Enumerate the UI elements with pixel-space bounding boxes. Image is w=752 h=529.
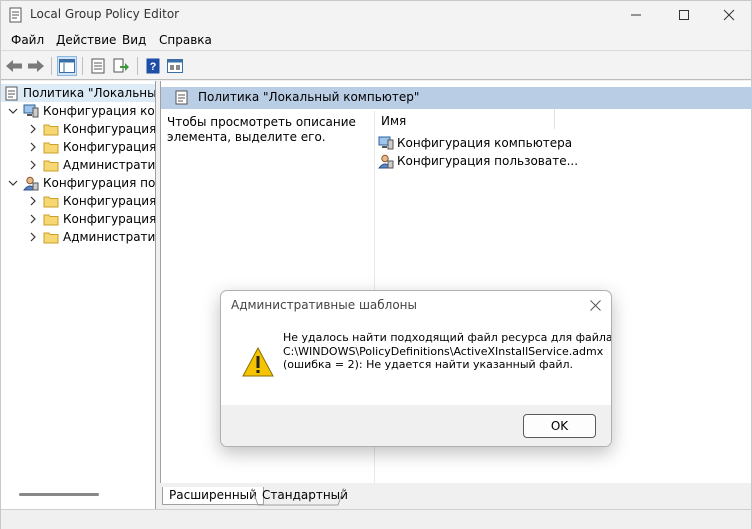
close-icon bbox=[589, 299, 601, 311]
close-button[interactable] bbox=[706, 1, 752, 29]
forward-button[interactable] bbox=[26, 56, 46, 76]
help-button[interactable]: ? bbox=[143, 56, 163, 76]
toolbar: ? bbox=[1, 52, 751, 80]
help-icon: ? bbox=[146, 58, 160, 74]
tree-item-computer-admin-templates[interactable]: Административные шаблоны bbox=[27, 156, 155, 174]
document-icon bbox=[91, 58, 105, 74]
tree-item-computer-software[interactable]: Конфигурация программ bbox=[27, 120, 155, 138]
menu-bar: Файл Действие Вид Справка bbox=[1, 29, 751, 51]
computer-icon bbox=[23, 104, 39, 118]
properties-button[interactable] bbox=[88, 56, 108, 76]
forward-arrow-icon bbox=[28, 60, 44, 72]
tree-item-user-windows[interactable]: Конфигурация Windows bbox=[27, 210, 155, 228]
tree-item-user-software[interactable]: Конфигурация программ bbox=[27, 192, 155, 210]
view-icon bbox=[167, 59, 183, 73]
tree-item-computer-windows[interactable]: Конфигурация Windows bbox=[27, 138, 155, 156]
export-icon bbox=[113, 58, 129, 73]
show-hide-tree-button[interactable] bbox=[57, 56, 77, 76]
svg-text:?: ? bbox=[150, 61, 157, 73]
folder-icon bbox=[43, 142, 59, 153]
folder-icon bbox=[43, 124, 59, 135]
horizontal-scrollbar[interactable] bbox=[19, 493, 99, 496]
tab-extended[interactable]: Расширенный bbox=[162, 487, 264, 505]
computer-icon bbox=[378, 136, 394, 150]
policy-app-icon bbox=[9, 7, 22, 23]
view-tabs: Расширенный Стандартный bbox=[160, 484, 751, 506]
chevron-right-icon[interactable] bbox=[27, 141, 39, 153]
warning-icon bbox=[242, 347, 274, 377]
dialog-footer: OK bbox=[221, 405, 611, 446]
menu-view[interactable]: Вид bbox=[122, 33, 146, 47]
chevron-down-icon[interactable] bbox=[7, 105, 19, 117]
error-dialog: Административные шаблоны Не удалось найт… bbox=[220, 290, 612, 447]
chevron-right-icon[interactable] bbox=[27, 195, 39, 207]
user-icon bbox=[378, 154, 394, 168]
details-header: Политика "Локальный компьютер" bbox=[161, 87, 752, 109]
list-item-user-config[interactable]: Конфигурация пользовате... bbox=[378, 152, 578, 170]
menu-help[interactable]: Справка bbox=[159, 33, 212, 47]
tree-item-computer-config[interactable]: Конфигурация компьютера bbox=[7, 102, 155, 120]
chevron-right-icon[interactable] bbox=[27, 231, 39, 243]
tree-item-local-policy[interactable]: Политика "Локальный компьютер" bbox=[5, 84, 155, 102]
console-tree[interactable]: Политика "Локальный компьютер" Конфигура… bbox=[1, 81, 156, 511]
chevron-right-icon[interactable] bbox=[27, 213, 39, 225]
policy-document-icon bbox=[5, 86, 18, 100]
title-bar[interactable]: Local Group Policy Editor bbox=[1, 1, 751, 29]
column-header-name[interactable]: Имя bbox=[381, 114, 406, 128]
ok-button[interactable]: OK bbox=[523, 414, 596, 438]
back-button[interactable] bbox=[4, 56, 24, 76]
close-icon bbox=[723, 9, 735, 21]
description-text: Чтобы просмотреть описание элемента, выд… bbox=[167, 115, 356, 144]
minimize-icon bbox=[631, 14, 641, 16]
policy-document-icon bbox=[175, 90, 188, 105]
tree-item-user-config[interactable]: Конфигурация пользователя bbox=[7, 174, 155, 192]
minimize-button[interactable] bbox=[613, 1, 659, 29]
gpedit-window: Local Group Policy Editor Файл Действие … bbox=[0, 0, 752, 529]
folder-icon bbox=[43, 196, 59, 207]
chevron-right-icon[interactable] bbox=[27, 123, 39, 135]
tree-item-user-admin-templates[interactable]: Административные шаблоны bbox=[27, 228, 155, 246]
window-title: Local Group Policy Editor bbox=[30, 7, 180, 21]
console-tree-icon bbox=[59, 59, 75, 73]
user-icon bbox=[23, 176, 39, 190]
dialog-close-button[interactable] bbox=[587, 297, 603, 313]
folder-icon bbox=[43, 160, 59, 171]
back-arrow-icon bbox=[6, 60, 22, 72]
folder-icon bbox=[43, 214, 59, 225]
dialog-title: Административные шаблоны bbox=[231, 298, 418, 312]
dialog-message: Не удалось найти подходящий файл ресурса… bbox=[283, 331, 612, 371]
chevron-right-icon[interactable] bbox=[27, 159, 39, 171]
maximize-icon bbox=[679, 10, 689, 20]
tab-outline bbox=[252, 487, 345, 506]
maximize-button[interactable] bbox=[661, 1, 707, 29]
export-list-button[interactable] bbox=[111, 56, 131, 76]
status-bar bbox=[1, 509, 751, 529]
folder-icon bbox=[43, 232, 59, 243]
list-item-computer-config[interactable]: Конфигурация компьютера bbox=[378, 134, 572, 152]
filter-view-button[interactable] bbox=[165, 56, 185, 76]
details-header-title: Политика "Локальный компьютер" bbox=[198, 90, 420, 104]
column-header-separator[interactable] bbox=[554, 109, 555, 129]
menu-file[interactable]: Файл bbox=[11, 33, 44, 47]
chevron-down-icon[interactable] bbox=[7, 177, 19, 189]
menu-action[interactable]: Действие bbox=[56, 33, 116, 47]
